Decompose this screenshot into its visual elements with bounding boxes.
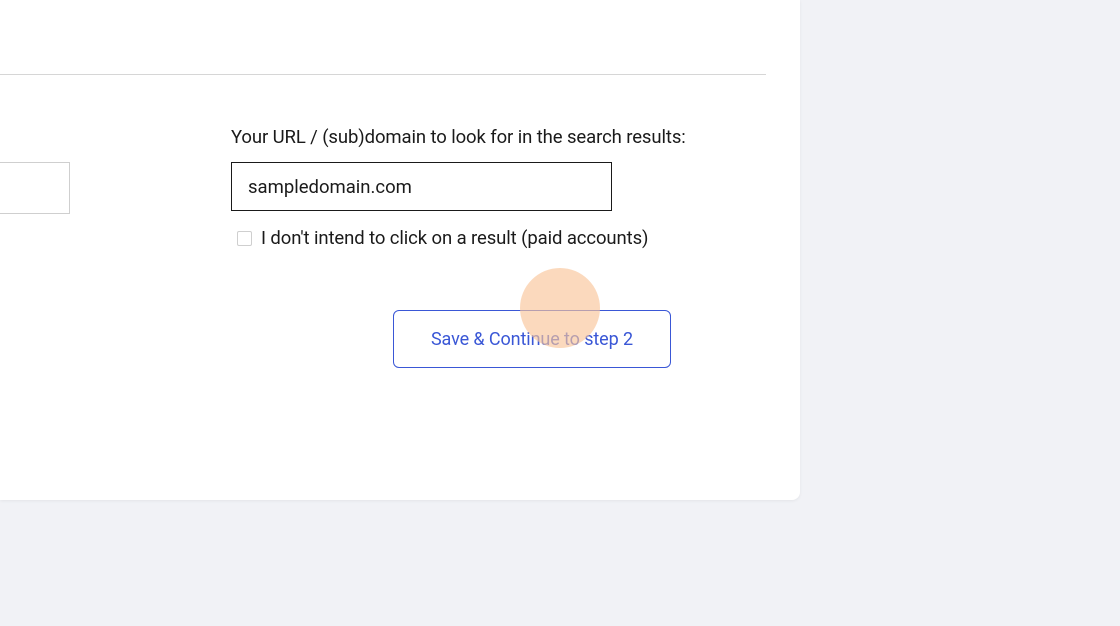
- form-card: Your URL / (sub)domain to look for in th…: [0, 0, 800, 500]
- dont-click-checkbox[interactable]: [237, 231, 252, 246]
- url-field-label: Your URL / (sub)domain to look for in th…: [231, 126, 771, 148]
- dont-click-row: I don't intend to click on a result (pai…: [231, 227, 771, 249]
- save-continue-button[interactable]: Save & Continue to step 2: [393, 310, 671, 368]
- side-input[interactable]: [0, 162, 70, 214]
- horizontal-divider: [0, 74, 766, 75]
- form-area: Your URL / (sub)domain to look for in th…: [231, 126, 771, 249]
- url-input[interactable]: [231, 162, 612, 211]
- dont-click-label[interactable]: I don't intend to click on a result (pai…: [261, 227, 648, 249]
